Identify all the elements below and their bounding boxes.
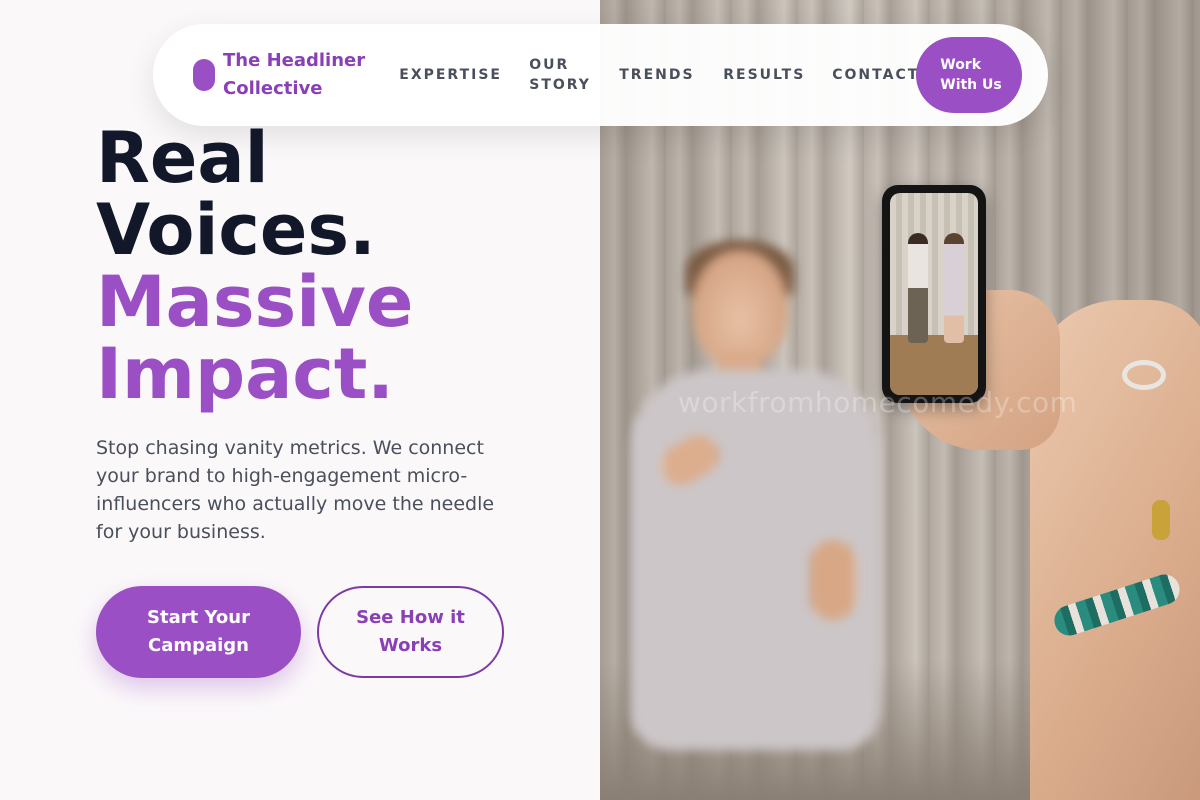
headline-line-massive: Massive — [96, 261, 414, 343]
work-with-us-button[interactable]: Work With Us — [916, 37, 1022, 113]
nav-link-expertise[interactable]: EXPERTISE — [399, 65, 529, 85]
top-navbar: The Headliner Collective EXPERTISE OUR S… — [153, 24, 1048, 126]
phone-screen — [890, 193, 978, 395]
woman-right-arm — [810, 540, 856, 620]
start-campaign-button[interactable]: Start Your Campaign — [96, 586, 301, 678]
nav-link-our-story[interactable]: OUR STORY — [529, 55, 619, 95]
nav-link-results[interactable]: RESULTS — [723, 65, 832, 85]
see-how-it-works-button[interactable]: See How it Works — [317, 586, 504, 678]
nav-link-contact[interactable]: CONTACT — [832, 65, 917, 85]
nav-links: EXPERTISE OUR STORY TRENDS RESULTS CONTA… — [399, 55, 917, 95]
brand-name: The Headliner Collective — [223, 50, 366, 99]
woman-head — [692, 250, 788, 366]
smartphone — [882, 185, 986, 403]
brand-logo[interactable]: The Headliner Collective — [193, 47, 392, 103]
gold-bracelet — [1152, 500, 1170, 540]
headline-line-real: Real — [96, 117, 269, 199]
landing-page: workfromhomecomedy.com The Headliner Col… — [0, 0, 1200, 800]
headline-line-voices: Voices. — [96, 189, 376, 271]
phone-screen-person-man — [908, 233, 928, 343]
headline-line-impact: Impact. — [96, 333, 394, 415]
hero-headline: Real Voices. Massive Impact. — [96, 122, 413, 410]
hero-subtext: Stop chasing vanity metrics. We connect … — [96, 437, 495, 543]
image-watermark: workfromhomecomedy.com — [678, 386, 1078, 419]
ring — [1122, 360, 1166, 390]
nav-link-trends[interactable]: TRENDS — [619, 65, 723, 85]
phone-screen-person-woman — [944, 233, 964, 343]
brand-mark-icon — [193, 59, 215, 91]
